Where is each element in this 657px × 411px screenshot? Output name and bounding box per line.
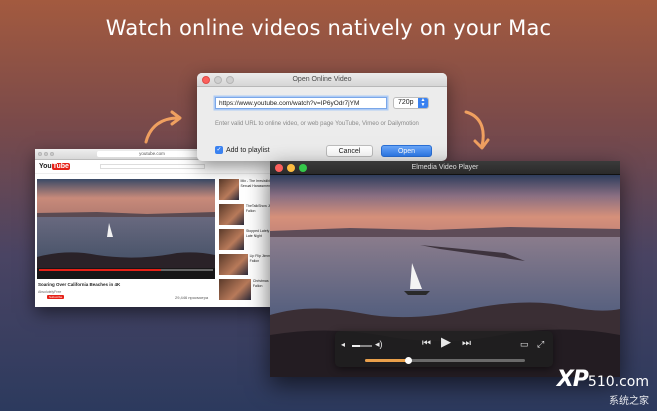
- close-button[interactable]: [275, 164, 283, 172]
- subscribe-button[interactable]: Subscribe: [47, 295, 65, 299]
- arrow-left-icon: [144, 110, 182, 144]
- youtube-video[interactable]: [37, 179, 215, 279]
- fullscreen-icon[interactable]: ⤢: [537, 339, 544, 349]
- headline: Watch online videos natively on your Mac: [105, 16, 552, 40]
- url-input[interactable]: [215, 97, 387, 109]
- chevron-updown-icon: ▲ ▼: [418, 98, 428, 108]
- video-thumbnail: [219, 204, 244, 225]
- dialog-titlebar: Open Online Video: [197, 73, 447, 87]
- playback-controls: ◂ ◂) ⏮ ▶ ⏭ ▭ ⤢: [335, 331, 553, 367]
- cancel-button[interactable]: Cancel: [326, 145, 373, 157]
- video-thumbnail: [219, 229, 244, 250]
- view-count: 29,446 просмотра: [175, 295, 209, 300]
- add-to-playlist-label: Add to playlist: [226, 146, 270, 154]
- quality-select[interactable]: 720p ▲ ▼: [393, 97, 429, 109]
- minimize-button[interactable]: [214, 76, 222, 84]
- address-bar[interactable]: youtube.com: [97, 151, 207, 157]
- seek-progress: [365, 359, 409, 362]
- elmedia-player-window: Elmedia Video Player ◂ ◂) ⏮ ▶ ⏭ ▭ ⤢: [270, 161, 620, 377]
- add-to-playlist-checkbox[interactable]: ✓: [215, 146, 223, 154]
- video-thumbnail: [219, 279, 251, 300]
- video-title[interactable]: Soaring Over California Beaches in 4K: [38, 282, 120, 287]
- play-icon[interactable]: ▶: [441, 335, 451, 348]
- youtube-search-input[interactable]: [99, 164, 205, 169]
- url-hint: Enter valid URL to online video, or web …: [215, 121, 419, 127]
- close-button[interactable]: [202, 76, 210, 84]
- player-title: Elmedia Video Player: [411, 164, 479, 171]
- minimize-button[interactable]: [287, 164, 295, 172]
- open-online-video-dialog: Open Online Video 720p ▲▼ Enter valid UR…: [197, 73, 447, 161]
- browser-window: youtube.com YouTube Soaring Over Califor…: [35, 149, 280, 307]
- seek-bar[interactable]: [365, 357, 525, 364]
- close-button[interactable]: [38, 152, 42, 156]
- minimize-button[interactable]: [44, 152, 48, 156]
- add-to-playlist-row[interactable]: ✓ Add to playlist: [215, 146, 270, 154]
- youtube-logo[interactable]: YouTube: [39, 163, 70, 170]
- skip-back-icon[interactable]: ⏮: [422, 339, 431, 349]
- youtube-progress-bar[interactable]: [39, 269, 213, 271]
- dialog-title: Open Online Video: [292, 76, 352, 83]
- watermark-brand: XP: [556, 367, 589, 392]
- volume-low-icon[interactable]: ◂: [341, 340, 345, 350]
- volume-slider[interactable]: [352, 345, 372, 347]
- airplay-icon[interactable]: ▭: [520, 339, 529, 349]
- zoom-button[interactable]: [299, 164, 307, 172]
- watermark-cn: 系统之家: [609, 396, 649, 407]
- video-thumbnail: [219, 179, 239, 200]
- youtube-controls[interactable]: [37, 268, 215, 279]
- site-watermark: XP510.com 系统之家: [556, 367, 649, 407]
- player-titlebar: Elmedia Video Player: [270, 161, 620, 175]
- seek-handle[interactable]: [404, 357, 412, 364]
- video-thumbnail: [219, 254, 248, 275]
- youtube-header: YouTube: [35, 160, 280, 174]
- beach-scene-thumbnail: [37, 179, 215, 279]
- zoom-button[interactable]: [50, 152, 54, 156]
- skip-forward-icon[interactable]: ⏭: [462, 339, 471, 349]
- arrow-right-icon: [464, 110, 490, 150]
- volume-high-icon[interactable]: ◂): [375, 339, 383, 349]
- open-button[interactable]: Open: [381, 145, 432, 157]
- channel-name[interactable]: AbsolutelyFree: [38, 290, 61, 294]
- zoom-button[interactable]: [226, 76, 234, 84]
